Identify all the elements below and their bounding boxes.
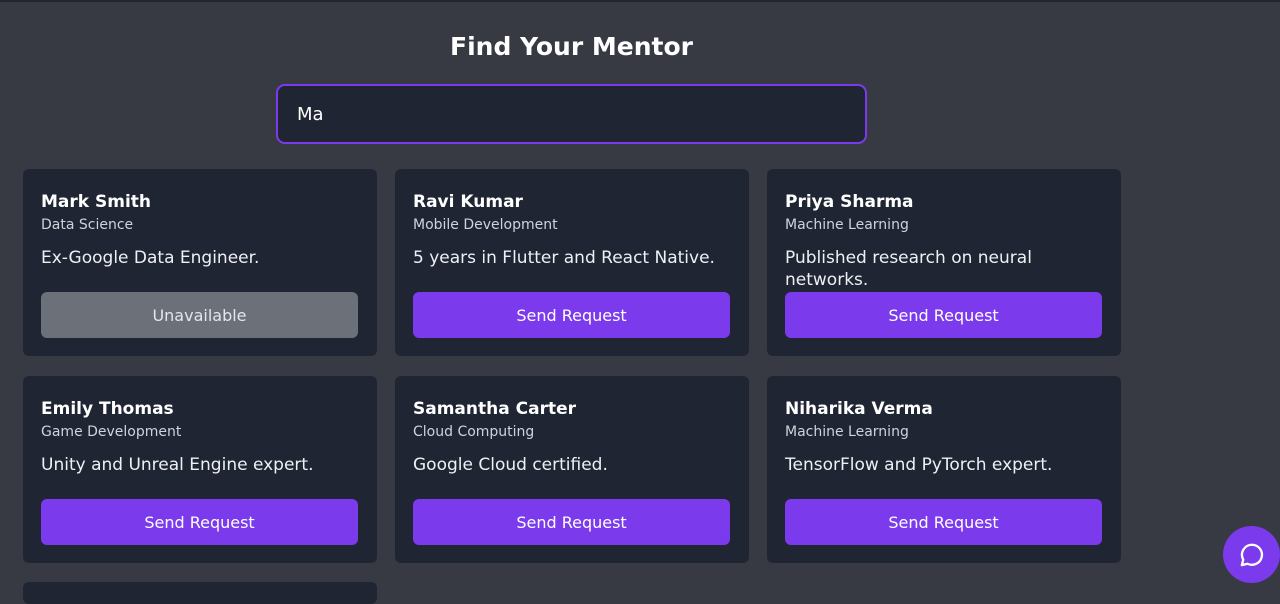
chat-button[interactable] — [1223, 526, 1280, 583]
mentor-name: Samantha Carter — [413, 399, 576, 419]
send-request-button[interactable]: Send Request — [413, 499, 730, 545]
send-request-button[interactable]: Send Request — [785, 292, 1102, 338]
mentor-field: Game Development — [41, 424, 182, 440]
mentor-card-partial — [23, 582, 377, 604]
mentor-field: Cloud Computing — [413, 424, 535, 440]
mentor-name: Niharika Verma — [785, 399, 933, 419]
mentor-description: TensorFlow and PyTorch expert. — [785, 455, 1053, 475]
mentor-card: Mark Smith Data Science Ex-Google Data E… — [23, 169, 377, 356]
mentor-card: Niharika Verma Machine Learning TensorFl… — [767, 376, 1121, 563]
mentor-description: Unity and Unreal Engine expert. — [41, 455, 314, 475]
send-request-button[interactable]: Send Request — [785, 499, 1102, 545]
chat-bubble-icon — [1240, 543, 1263, 566]
mentor-description: Published research on neural networks. — [785, 248, 1032, 290]
mentor-description: 5 years in Flutter and React Native. — [413, 248, 715, 268]
mentor-field: Machine Learning — [785, 217, 909, 233]
mentor-card: Priya Sharma Machine Learning Published … — [767, 169, 1121, 356]
mentor-description: Google Cloud certified. — [413, 455, 608, 475]
send-request-button[interactable]: Send Request — [41, 499, 358, 545]
mentor-name: Mark Smith — [41, 192, 152, 212]
mentor-field: Data Science — [41, 217, 134, 233]
mentor-card: Ravi Kumar Mobile Development 5 years in… — [395, 169, 749, 356]
mentor-name: Emily Thomas — [41, 399, 174, 419]
send-request-button[interactable]: Send Request — [413, 292, 730, 338]
mentor-card: Samantha Carter Cloud Computing Google C… — [395, 376, 749, 563]
mentor-grid: Mark Smith Data Science Ex-Google Data E… — [0, 0, 1280, 604]
unavailable-button[interactable]: Unavailable — [41, 292, 358, 338]
mentor-field: Mobile Development — [413, 217, 558, 233]
mentor-field: Machine Learning — [785, 424, 909, 440]
mentor-card: Emily Thomas Game Development Unity and … — [23, 376, 377, 563]
mentor-name: Ravi Kumar — [413, 192, 523, 212]
mentor-description: Ex-Google Data Engineer. — [41, 248, 260, 268]
mentor-name: Priya Sharma — [785, 192, 914, 212]
